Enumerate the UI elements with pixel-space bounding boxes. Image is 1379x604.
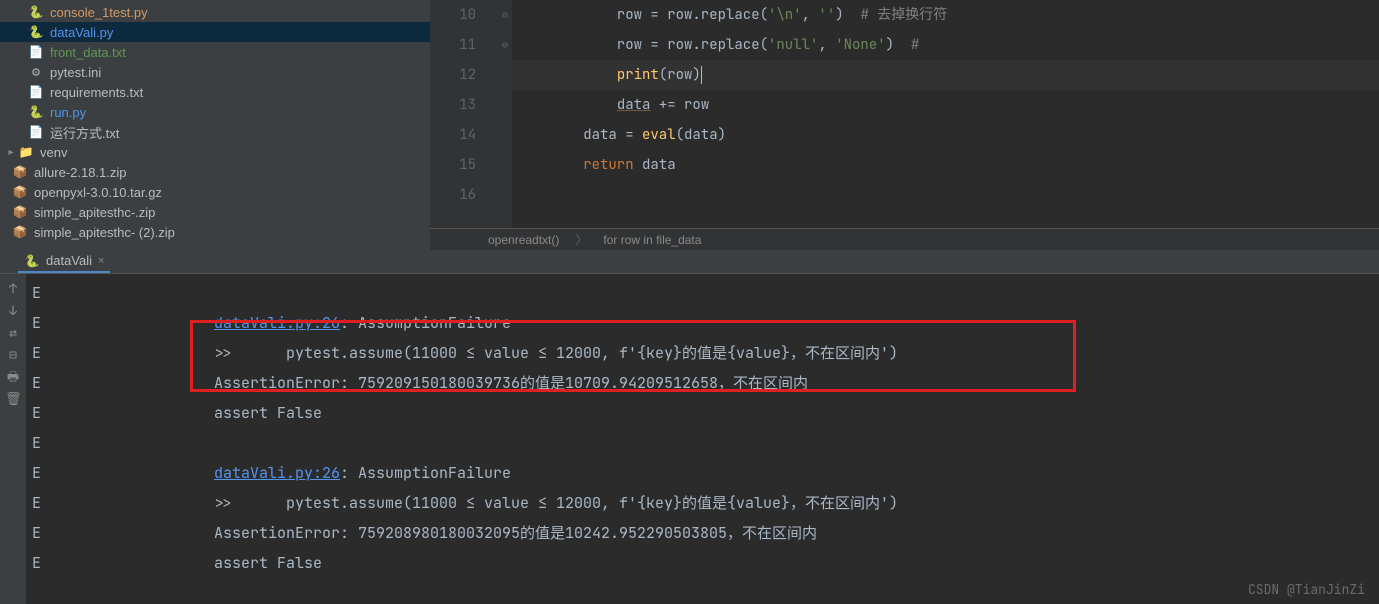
watermark: CSDN @TianJinZi (1248, 581, 1365, 598)
code-editor: 10111213141516 ⊖⊖ row = row.replace('\n'… (430, 0, 1379, 250)
console-line: E>> pytest.assume(11000 ≤ value ≤ 12000,… (26, 488, 1379, 518)
tree-item-pytest-ini[interactable]: pytest.ini (0, 62, 430, 82)
tree-item-venv[interactable]: ▸ venv (0, 142, 430, 162)
console-line: E>> pytest.assume(11000 ≤ value ≤ 12000,… (26, 338, 1379, 368)
fold-gutter: ⊖⊖ (498, 0, 512, 228)
tree-item-allure-2-18-1-zip[interactable]: allure-2.18.1.zip (0, 162, 430, 182)
file-label: dataVali.py (50, 25, 113, 40)
filter-icon[interactable]: ⊟ (5, 346, 21, 362)
file-label: console_1test.py (50, 5, 148, 20)
py-icon (28, 24, 44, 40)
wrap-icon[interactable]: ⇄ (5, 324, 21, 340)
tree-item-front-data-txt[interactable]: front_data.txt (0, 42, 430, 62)
tree-item------txt[interactable]: 运行方式.txt (0, 122, 430, 142)
tree-item-run-py[interactable]: run.py (0, 102, 430, 122)
breadcrumb[interactable]: openreadtxt() 〉 for row in file_data (430, 228, 1379, 250)
file-label: allure-2.18.1.zip (34, 165, 127, 180)
console-line: Eassert False (26, 398, 1379, 428)
txt-icon (28, 84, 44, 100)
console-output: ↑ ↓ ⇄ ⊟ 🖶 🗑 EEdataVali.py:26: Assumption… (0, 274, 1379, 604)
close-icon[interactable]: × (98, 255, 104, 267)
console-line: EdataVali.py:26: AssumptionFailure (26, 308, 1379, 338)
chevron-right-icon: 〉 (575, 231, 587, 248)
py-icon (28, 4, 44, 20)
code-line[interactable]: data += row (512, 90, 1379, 120)
file-label: 运行方式.txt (50, 123, 119, 142)
file-label: simple_apitesthc- (2).zip (34, 225, 175, 240)
zip-icon (12, 204, 28, 220)
breadcrumb-loop[interactable]: for row in file_data (603, 233, 701, 247)
tree-item-openpyxl-3-0-10-tar-gz[interactable]: openpyxl-3.0.10.tar.gz (0, 182, 430, 202)
print-icon[interactable]: 🖶 (5, 368, 21, 384)
up-arrow-icon[interactable]: ↑ (5, 280, 21, 296)
txt-icon (28, 44, 44, 60)
file-label: run.py (50, 105, 86, 120)
tab-datavali[interactable]: dataVali × (18, 251, 110, 273)
tree-item-simple-apitesthc--zip[interactable]: simple_apitesthc-.zip (0, 202, 430, 222)
python-icon (24, 253, 40, 269)
code-line[interactable]: data = eval(data) (512, 120, 1379, 150)
console-toolbar: ↑ ↓ ⇄ ⊟ 🖶 🗑 (0, 274, 26, 604)
zip-icon (12, 184, 28, 200)
zip-icon (12, 164, 28, 180)
tree-item-requirements-txt[interactable]: requirements.txt (0, 82, 430, 102)
code-lines[interactable]: row = row.replace('\n', '') # 去掉换行符 row … (512, 0, 1379, 228)
file-label: pytest.ini (50, 65, 101, 80)
zip-icon (12, 224, 28, 240)
code-line[interactable]: return data (512, 150, 1379, 180)
txt-icon (28, 124, 44, 140)
console-line: EAssertionError: 759209150180039736的值是10… (26, 368, 1379, 398)
code-line[interactable]: row = row.replace('\n', '') # 去掉换行符 (512, 0, 1379, 30)
trash-icon[interactable]: 🗑 (5, 390, 21, 406)
py-icon (28, 104, 44, 120)
console-line: E (26, 278, 1379, 308)
console-line: E (26, 428, 1379, 458)
console-text[interactable]: EEdataVali.py:26: AssumptionFailureE>> p… (26, 274, 1379, 604)
chevron-right-icon: ▸ (4, 147, 18, 158)
file-label: venv (40, 145, 67, 160)
line-gutter: 10111213141516 (430, 0, 498, 228)
project-sidebar: console_1test.py dataVali.py front_data.tx… (0, 0, 430, 250)
file-label: openpyxl-3.0.10.tar.gz (34, 185, 162, 200)
tree-item-datavali-py[interactable]: dataVali.py (0, 22, 430, 42)
down-arrow-icon[interactable]: ↓ (5, 302, 21, 318)
code-line[interactable]: row = row.replace('null', 'None') # (512, 30, 1379, 60)
ini-icon (28, 64, 44, 80)
file-label: front_data.txt (50, 45, 126, 60)
tree-item-console-1test-py[interactable]: console_1test.py (0, 2, 430, 22)
run-tabs-bar: dataVali × (0, 250, 1379, 274)
tab-label: dataVali (46, 253, 92, 268)
console-line: Eassert False (26, 548, 1379, 578)
code-line[interactable]: print(row) (512, 60, 1379, 90)
file-label: requirements.txt (50, 85, 143, 100)
breadcrumb-fn[interactable]: openreadtxt() (488, 233, 559, 247)
console-line: EAssertionError: 759208980180032095的值是10… (26, 518, 1379, 548)
file-label: simple_apitesthc-.zip (34, 205, 155, 220)
folder-icon (18, 144, 34, 160)
tree-item-simple-apitesthc---2--zip[interactable]: simple_apitesthc- (2).zip (0, 222, 430, 242)
console-line: EdataVali.py:26: AssumptionFailure (26, 458, 1379, 488)
